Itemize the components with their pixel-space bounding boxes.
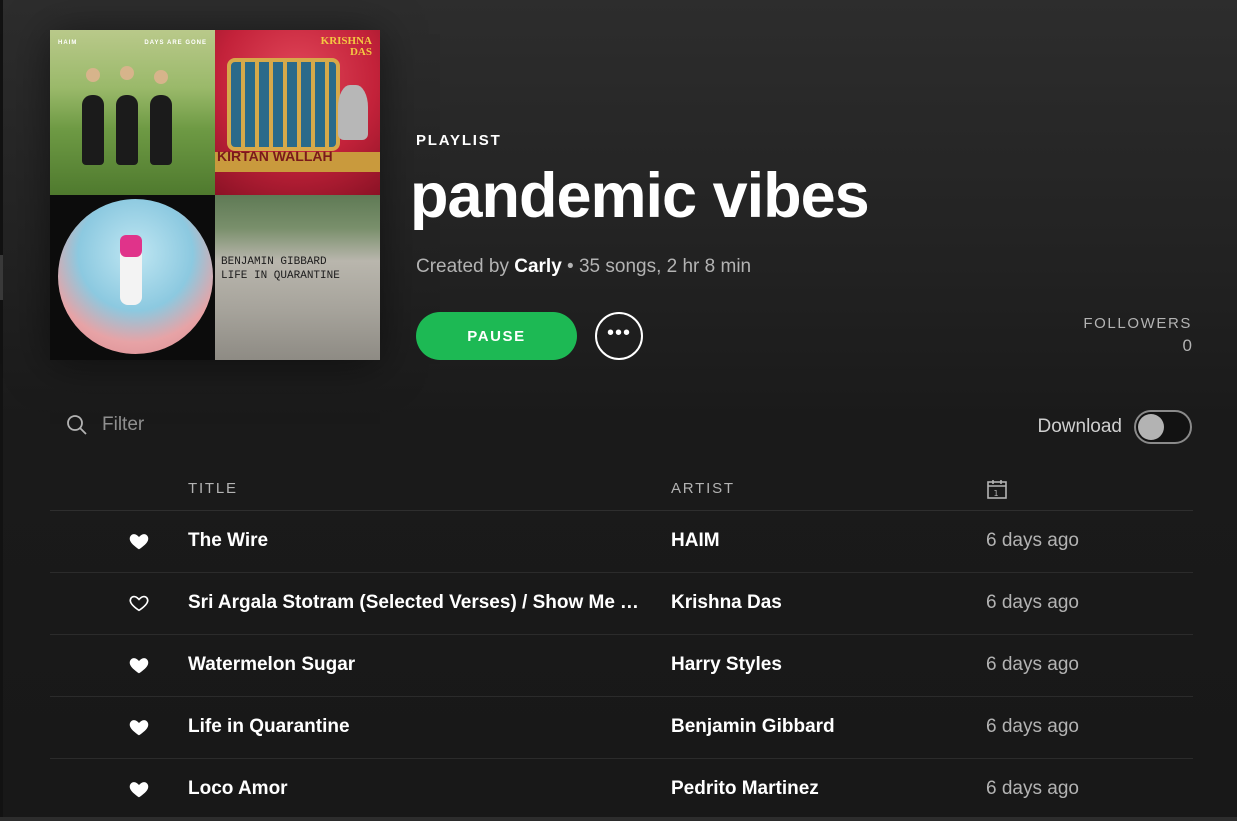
track-artist[interactable]: Krishna Das — [671, 592, 782, 614]
track-date-added: 6 days ago — [986, 654, 1079, 675]
track-artist[interactable]: Harry Styles — [671, 654, 782, 676]
cover-ornament — [227, 58, 340, 151]
calendar-icon: 1 — [987, 480, 1007, 499]
toggle-knob — [1138, 414, 1164, 440]
track-title: The Wire — [188, 530, 269, 551]
heart-filled-icon[interactable] — [128, 778, 150, 800]
playlist-type-label: PLAYLIST — [416, 132, 502, 149]
track-artist[interactable]: Benjamin Gibbard — [671, 716, 835, 738]
column-header-artist[interactable]: ARTIST — [671, 480, 735, 497]
cover-figure — [116, 95, 138, 165]
cover-tile-kd-title: KIRTAN WALLAH — [217, 148, 333, 164]
track-date-added: 6 days ago — [986, 716, 1079, 737]
followers-count: 0 — [1182, 336, 1192, 355]
heart-outline-icon[interactable] — [128, 592, 150, 614]
track-row[interactable]: The Wire HAIM 6 days ago — [50, 511, 1193, 573]
cover-tile-kd-line2: DAS — [349, 46, 372, 58]
track-artist[interactable]: Pedrito Martinez — [671, 778, 819, 800]
track-row[interactable]: Watermelon Sugar Harry Styles 6 days ago — [50, 635, 1193, 697]
cover-shirt — [120, 235, 142, 257]
playlist-cover[interactable]: HAIM DAYS ARE GONE KRISHNA DAS KIRTAN WA… — [50, 30, 380, 360]
heart-filled-icon[interactable] — [128, 530, 150, 552]
download-control: Download — [1037, 410, 1192, 444]
followers-label: FOLLOWERS — [1083, 315, 1192, 332]
owner-link[interactable]: Carly — [514, 256, 562, 277]
cover-tile-krishna-das: KRISHNA DAS KIRTAN WALLAH — [215, 30, 380, 195]
created-by-prefix: Created by — [416, 256, 509, 277]
track-date-added: 6 days ago — [986, 530, 1079, 551]
column-header-title[interactable]: TITLE — [188, 480, 238, 497]
download-label: Download — [1037, 416, 1123, 437]
playlist-meta: Created by Carly • 35 songs, 2 hr 8 min — [416, 256, 751, 278]
track-title: Life in Quarantine — [188, 716, 350, 737]
track-title: Watermelon Sugar — [188, 654, 356, 675]
track-row[interactable]: Life in Quarantine Benjamin Gibbard 6 da… — [50, 697, 1193, 759]
cover-figure — [154, 70, 168, 84]
playlist-stats: • 35 songs, 2 hr 8 min — [567, 256, 752, 277]
track-title: Sri Argala Stotram (Selected Verses) / S… — [188, 592, 646, 613]
cover-figure — [86, 68, 100, 82]
filter-placeholder: Filter — [102, 414, 145, 435]
track-row[interactable]: Loco Amor Pedrito Martinez 6 days ago — [50, 759, 1193, 821]
heart-filled-icon[interactable] — [128, 654, 150, 676]
filter-input[interactable]: Filter — [66, 414, 144, 436]
cover-tile-benjamin-gibbard: BENJAMIN GIBBARD LIFE IN QUARANTINE — [215, 195, 380, 360]
svg-text:1: 1 — [994, 489, 1001, 498]
followers-block: FOLLOWERS 0 — [1083, 315, 1192, 356]
column-header-date-added[interactable]: 1 — [986, 478, 1008, 504]
track-artist[interactable]: HAIM — [671, 530, 720, 552]
pause-button[interactable]: PAUSE — [416, 312, 577, 360]
search-icon — [67, 415, 87, 435]
track-title: Loco Amor — [188, 778, 288, 799]
track-date-added: 6 days ago — [986, 592, 1079, 613]
cover-figure — [150, 95, 172, 165]
cover-figure — [82, 95, 104, 165]
window-left-edge — [0, 0, 3, 817]
track-row[interactable]: Sri Argala Stotram (Selected Verses) / S… — [50, 573, 1193, 635]
track-date-added: 6 days ago — [986, 778, 1079, 799]
playlist-title: pandemic vibes — [410, 161, 870, 231]
cover-tile-bg-text: BENJAMIN GIBBARD LIFE IN QUARANTINE — [221, 256, 340, 282]
cover-tile-harry-styles — [50, 195, 215, 360]
cover-tile-kd-artist: KRISHNA DAS — [321, 36, 372, 58]
download-toggle[interactable] — [1134, 410, 1192, 444]
cover-tile-haim-artist: HAIM — [58, 40, 78, 46]
more-horizontal-icon: ••• — [606, 322, 631, 344]
track-table-header: TITLE ARTIST 1 — [50, 478, 1193, 511]
track-list: The Wire HAIM 6 days ago Sri Argala Stot… — [50, 511, 1193, 821]
cover-horn — [338, 85, 368, 140]
resize-handle[interactable] — [0, 255, 3, 300]
cover-tile-haim-album: DAYS ARE GONE — [144, 40, 207, 46]
cover-figure — [120, 66, 134, 80]
heart-filled-icon[interactable] — [128, 716, 150, 738]
more-options-button[interactable]: ••• — [595, 312, 643, 360]
cover-tile-haim: HAIM DAYS ARE GONE — [50, 30, 215, 195]
